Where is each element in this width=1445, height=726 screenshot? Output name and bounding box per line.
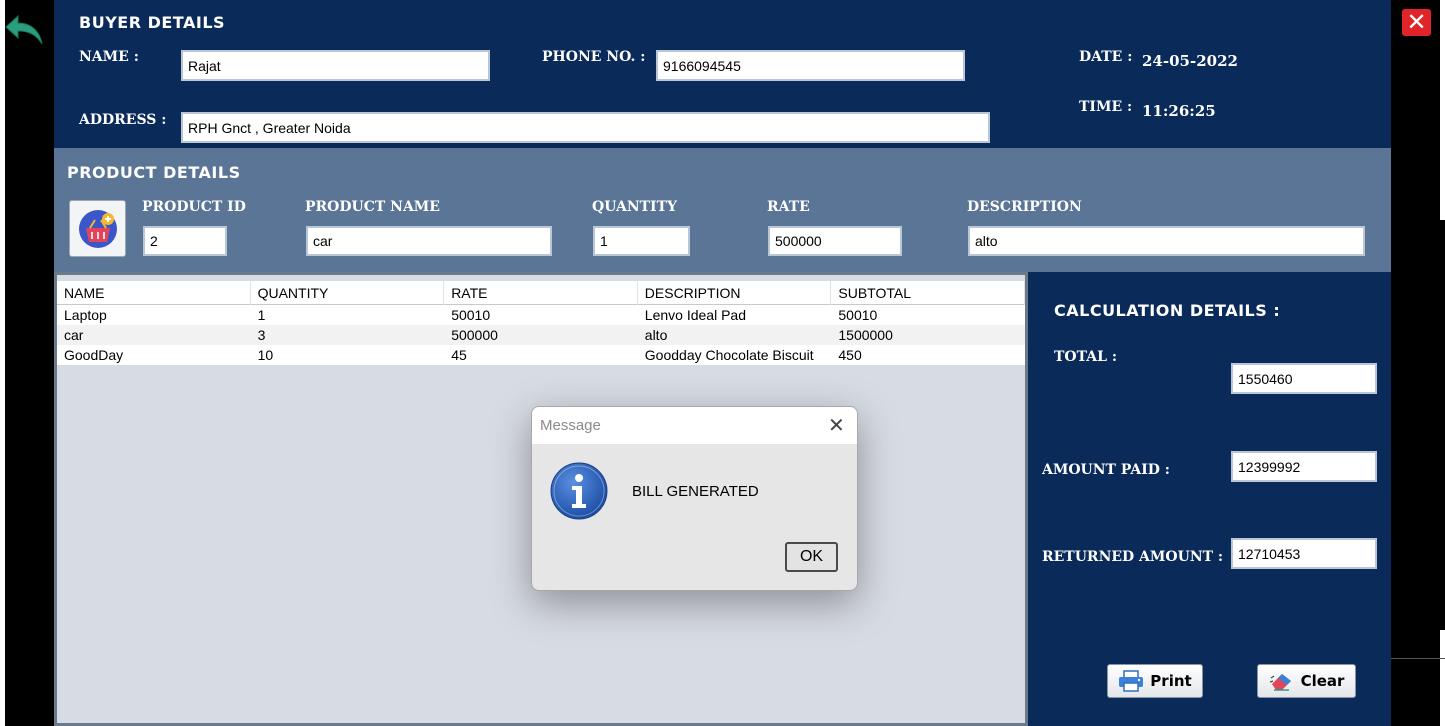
cart-icon [78,209,117,248]
table-cell: Lenvo Ideal Pad [644,307,746,323]
background-window-edge [0,0,5,726]
background-window-edge [1440,630,1445,726]
clear-button[interactable]: Clear [1257,664,1356,698]
table-cell: car [64,327,84,343]
back-arrow-icon[interactable] [4,10,44,50]
print-button[interactable]: Print [1107,664,1203,698]
table-body: Laptop 1 50010 Lenvo Ideal Pad 50010 car… [57,305,1025,365]
table-cell: 50010 [838,307,878,323]
background-window-edge [1440,0,1445,220]
add-product-button[interactable] [69,200,126,257]
product-name-label: PRODUCT NAME [305,199,440,215]
time-label: TIME : [1079,99,1133,115]
date-label: DATE : [1079,49,1133,65]
phone-label: PHONE NO. : [542,49,646,65]
product-id-field[interactable]: 2 [143,226,227,256]
print-button-label: Print [1150,672,1192,690]
table-row[interactable]: car 3 500000 alto 1500000 [57,325,1025,345]
close-icon[interactable]: ✕ [828,413,845,437]
divider [1391,658,1445,659]
returned-amount-field[interactable]: 12710453 [1231,538,1377,569]
left-frame [0,0,54,726]
column-header-rate[interactable]: RATE [444,281,638,305]
ok-button[interactable]: OK [785,542,838,572]
name-label: NAME : [79,49,139,65]
calculation-heading: CALCULATION DETAILS : [1054,301,1281,320]
amount-paid-label: AMOUNT PAID : [1042,462,1170,478]
time-value: 11:26:25 [1142,102,1216,120]
quantity-label: QUANTITY [592,199,678,215]
info-icon [550,462,608,520]
buyer-heading: BUYER DETAILS [79,13,226,32]
table-cell: 45 [451,347,467,363]
eraser-icon [1269,674,1291,691]
close-icon[interactable]: ✕ [1402,9,1431,36]
product-heading: PRODUCT DETAILS [67,163,241,182]
table-cell: 1500000 [838,327,893,343]
total-label: TOTAL : [1054,349,1118,365]
product-id-label: PRODUCT ID [142,199,246,215]
column-header-subtotal[interactable]: SUBTOTAL [831,281,1025,305]
table-cell: 1 [257,307,266,323]
table-cell: 500000 [451,327,498,343]
right-frame [1391,0,1445,726]
table-row[interactable]: Laptop 1 50010 Lenvo Ideal Pad 50010 [57,305,1025,325]
message-dialog: Message ✕ BILL GENERATED OK [531,406,858,591]
calculation-panel [1028,272,1391,726]
table-cell: alto [644,327,668,343]
column-header-description[interactable]: DESCRIPTION [638,281,832,305]
rate-label: RATE [767,199,810,215]
phone-field[interactable]: 9166094545 [656,50,965,81]
returned-amount-label: RETURNED AMOUNT : [1042,549,1224,565]
table-cell: 10 [257,347,274,363]
table-row[interactable]: GoodDay 10 45 Goodday Chocolate Biscuit … [57,345,1025,365]
address-field[interactable]: RPH Gnct , Greater Noida [181,112,990,143]
clear-button-label: Clear [1300,672,1345,690]
amount-paid-field[interactable]: 12399992 [1231,451,1377,482]
table-cell: 3 [257,327,266,343]
table-cell: 450 [838,347,862,363]
total-field[interactable]: 1550460 [1231,363,1377,394]
column-header-quantity[interactable]: QUANTITY [251,281,445,305]
table-cell: Goodday Chocolate Biscuit [644,347,814,363]
description-label: DESCRIPTION [967,199,1082,215]
product-name-field[interactable]: car [306,226,552,256]
rate-field[interactable]: 500000 [768,226,902,256]
dialog-title: Message [540,417,601,434]
table-cell: Laptop [64,307,107,323]
description-field[interactable]: alto [968,226,1365,256]
table-header: NAME QUANTITY RATE DESCRIPTION SUBTOTAL [57,281,1025,305]
date-value: 24-05-2022 [1142,52,1238,70]
table-cell: 50010 [451,307,491,323]
name-field[interactable]: Rajat [181,50,490,81]
table-cell: GoodDay [64,347,124,363]
printer-icon [1119,670,1144,692]
address-label: ADDRESS : [79,112,167,128]
quantity-field[interactable]: 1 [593,226,690,256]
dialog-message: BILL GENERATED [632,483,759,500]
column-header-name[interactable]: NAME [57,281,251,305]
